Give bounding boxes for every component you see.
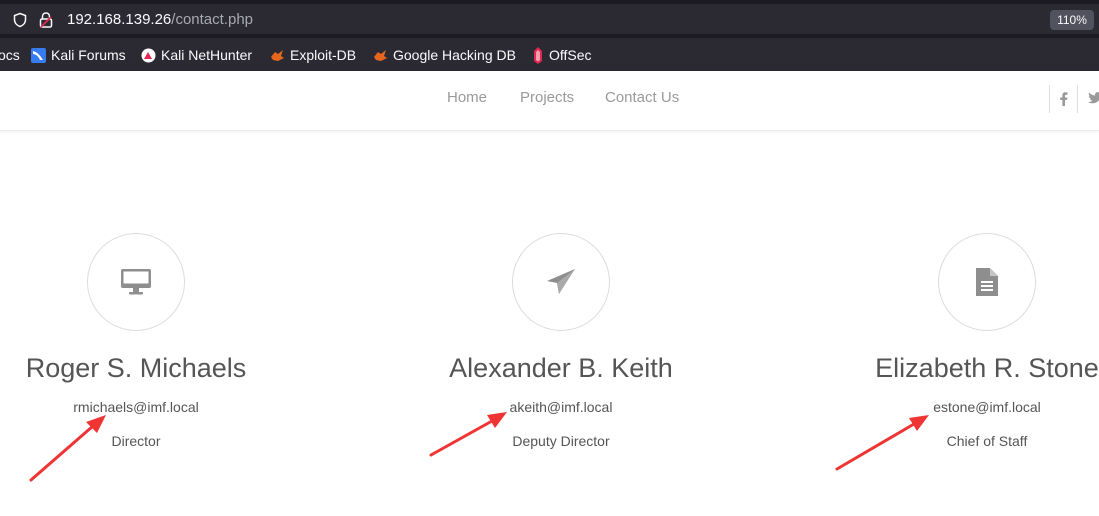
monitor-icon (121, 269, 151, 295)
exploit-db-icon (271, 49, 284, 61)
contact-name: Roger S. Michaels (25, 353, 247, 383)
kali-forums-icon (31, 47, 46, 63)
contact-email[interactable]: estone@imf.local (837, 399, 1099, 415)
icon-circle (938, 233, 1036, 331)
nav-home[interactable]: Home (447, 89, 487, 106)
bookmark-exploit-db[interactable]: Exploit-DB (270, 46, 356, 64)
bookmark-docs[interactable]: ocs (0, 46, 20, 64)
bookmark-label: OffSec (549, 47, 592, 63)
contact-name: Alexander B. Keith (449, 353, 673, 383)
twitter-link[interactable] (1077, 85, 1099, 113)
bookmark-label: Kali Forums (51, 47, 126, 63)
twitter-icon (1088, 92, 1099, 104)
bookmarks-toolbar: ocs Kali Forums Kali NetHunter Exploit-D… (0, 38, 1099, 71)
bookmark-google-hacking-db[interactable]: Google Hacking DB (373, 46, 516, 64)
browser-url-bar: 192.168.139.26/contact.php 110% (0, 0, 1099, 38)
url-host: 192.168.139.26 (67, 11, 172, 28)
bookmark-label: Google Hacking DB (393, 47, 516, 63)
facebook-icon (1060, 92, 1068, 106)
bookmark-kali-forums[interactable]: Kali Forums (31, 46, 126, 64)
nav-contact-us[interactable]: Contact Us (605, 89, 679, 106)
kali-nethunter-icon (141, 48, 156, 62)
contact-email[interactable]: akeith@imf.local (411, 399, 711, 415)
bookmark-kali-nethunter[interactable]: Kali NetHunter (141, 46, 252, 64)
bookmark-label: ocs (0, 47, 20, 63)
contact-name: Elizabeth R. Stone (875, 353, 1099, 383)
document-icon (976, 268, 998, 296)
nav-projects[interactable]: Projects (520, 89, 574, 106)
facebook-link[interactable] (1049, 85, 1078, 113)
google-hacking-db-icon (374, 49, 387, 61)
zoom-level-badge[interactable]: 110% (1050, 10, 1094, 30)
url-path: /contact.php (171, 11, 254, 28)
paper-plane-icon (547, 269, 575, 294)
url-text[interactable]: 192.168.139.26/contact.php (67, 11, 253, 28)
bookmark-offsec[interactable]: OffSec (532, 46, 592, 64)
contact-email[interactable]: rmichaels@imf.local (0, 399, 286, 415)
icon-circle (512, 233, 610, 331)
offsec-icon (534, 46, 542, 64)
contact-role: Chief of Staff (946, 433, 1028, 449)
lock-icon[interactable] (39, 12, 53, 28)
address-field[interactable]: 192.168.139.26/contact.php 110% (0, 4, 1099, 34)
bookmark-label: Kali NetHunter (161, 47, 253, 63)
icon-circle (87, 233, 185, 331)
contact-role: Deputy Director (512, 433, 610, 449)
bookmark-label: Exploit-DB (290, 47, 357, 63)
shield-icon[interactable] (12, 12, 28, 28)
site-header: Home Projects Contact Us (0, 71, 1099, 131)
contact-role: Director (111, 433, 161, 449)
